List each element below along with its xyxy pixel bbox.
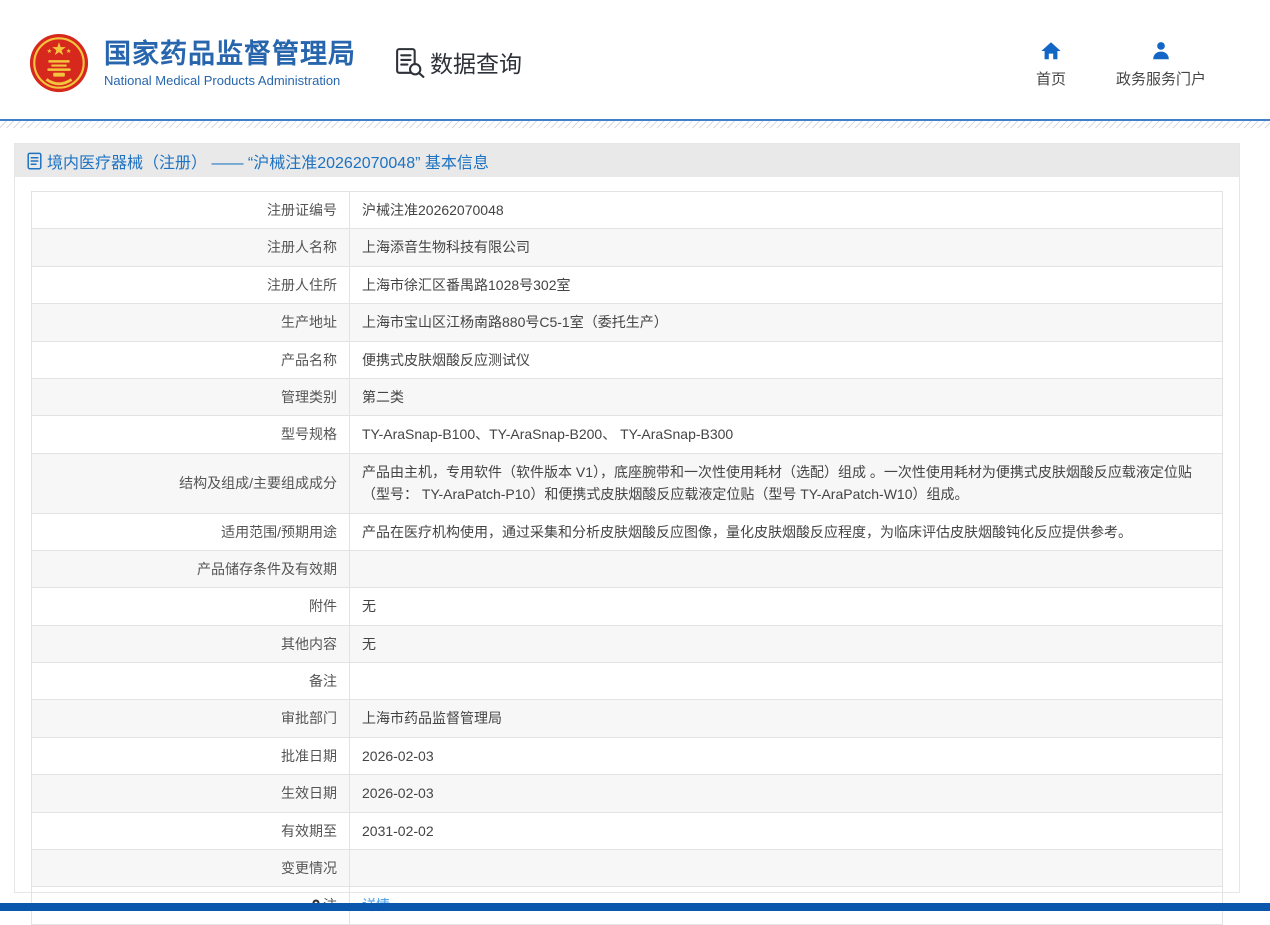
row-label: 型号规格	[281, 426, 337, 442]
row-value: 无	[350, 588, 1223, 625]
document-search-icon	[393, 46, 426, 79]
table-row: 其他内容 无	[32, 625, 1223, 662]
row-value: 上海市徐汇区番禺路1028号302室	[350, 266, 1223, 303]
row-value: 2026-02-03	[350, 775, 1223, 812]
nav-item-portal[interactable]: 政务服务门户	[1116, 40, 1206, 89]
table-row: 管理类别 第二类	[32, 378, 1223, 415]
row-label: 变更情况	[281, 860, 337, 876]
data-query-label: 数据查询	[430, 45, 522, 79]
row-label: 审批部门	[281, 710, 337, 726]
site-title-en: National Medical Products Administration	[104, 73, 356, 88]
table-row: 变更情况	[32, 850, 1223, 887]
row-label: 生效日期	[281, 785, 337, 801]
row-label: 生产地址	[281, 314, 337, 330]
info-table-wrap: 注册证编号 沪械注准20262070048 注册人名称 上海添音生物科技有限公司…	[31, 191, 1223, 925]
row-label: 注册人名称	[267, 239, 337, 255]
row-label: 管理类别	[281, 389, 337, 405]
row-value: 上海市药品监督管理局	[350, 700, 1223, 737]
row-label: 结构及组成/主要组成成分	[179, 475, 337, 491]
row-value	[350, 663, 1223, 700]
row-label: 注册人住所	[267, 277, 337, 293]
site-title-cn: 国家药品监督管理局	[104, 38, 356, 70]
row-label: 产品名称	[281, 352, 337, 368]
table-row: 产品储存条件及有效期	[32, 550, 1223, 587]
row-value: 便携式皮肤烟酸反应测试仪	[350, 341, 1223, 378]
info-table: 注册证编号 沪械注准20262070048 注册人名称 上海添音生物科技有限公司…	[31, 191, 1223, 925]
table-row: 结构及组成/主要组成成分 产品由主机，专用软件（软件版本 V1），底座腕带和一次…	[32, 453, 1223, 513]
table-row: 批准日期 2026-02-03	[32, 737, 1223, 774]
nav-item-home[interactable]: 首页	[1036, 40, 1066, 89]
info-table-body: 注册证编号 沪械注准20262070048 注册人名称 上海添音生物科技有限公司…	[32, 192, 1223, 925]
row-label: 备注	[309, 673, 337, 689]
data-query-section[interactable]: 数据查询	[393, 45, 522, 79]
row-value: 2031-02-02	[350, 812, 1223, 849]
row-label: 有效期至	[281, 823, 337, 839]
table-row: 注册证编号 沪械注准20262070048	[32, 192, 1223, 229]
page-title: 境内医疗器械（注册） —— “沪械注准20262070048” 基本信息	[47, 149, 489, 173]
row-value: 无	[350, 625, 1223, 662]
row-label: 其他内容	[281, 636, 337, 652]
row-label: 产品储存条件及有效期	[197, 561, 337, 577]
table-row: 型号规格 TY-AraSnap-B100、TY-AraSnap-B200、 TY…	[32, 416, 1223, 453]
row-label: 注册证编号	[267, 202, 337, 218]
national-emblem-icon	[28, 32, 90, 94]
content-panel: 境内医疗器械（注册） —— “沪械注准20262070048” 基本信息 注册证…	[14, 143, 1240, 893]
row-value: 上海市宝山区江杨南路880号C5-1室（委托生产）	[350, 304, 1223, 341]
document-icon	[27, 152, 42, 170]
row-value: 上海添音生物科技有限公司	[350, 229, 1223, 266]
row-value: TY-AraSnap-B100、TY-AraSnap-B200、 TY-AraS…	[350, 416, 1223, 453]
table-row: 产品名称 便携式皮肤烟酸反应测试仪	[32, 341, 1223, 378]
nav-portal-label: 政务服务门户	[1116, 68, 1206, 89]
row-value: 沪械注准20262070048	[350, 192, 1223, 229]
table-row: 备注	[32, 663, 1223, 700]
header-nav: 首页 政务服务门户	[1036, 40, 1206, 89]
site-header: 国家药品监督管理局 National Medical Products Admi…	[0, 0, 1270, 119]
table-row: 有效期至 2031-02-02	[32, 812, 1223, 849]
user-icon	[1150, 40, 1172, 62]
table-row: 生效日期 2026-02-03	[32, 775, 1223, 812]
table-row: 附件 无	[32, 588, 1223, 625]
row-value: 2026-02-03	[350, 737, 1223, 774]
row-value	[350, 550, 1223, 587]
home-icon	[1040, 40, 1062, 62]
hatch-band	[0, 121, 1270, 128]
table-row: 审批部门 上海市药品监督管理局	[32, 700, 1223, 737]
row-value: 产品由主机，专用软件（软件版本 V1），底座腕带和一次性使用耗材（选配）组成 。…	[350, 453, 1223, 513]
nav-home-label: 首页	[1036, 68, 1066, 89]
row-value: 第二类	[350, 378, 1223, 415]
row-value: 产品在医疗机构使用，通过采集和分析皮肤烟酸反应图像，量化皮肤烟酸反应程度，为临床…	[350, 513, 1223, 550]
row-label: 批准日期	[281, 748, 337, 764]
row-label: 附件	[309, 598, 337, 614]
row-value	[350, 850, 1223, 887]
row-label: 适用范围/预期用途	[221, 524, 337, 540]
site-logo[interactable]: 国家药品监督管理局 National Medical Products Admi…	[28, 32, 356, 94]
table-row: 适用范围/预期用途 产品在医疗机构使用，通过采集和分析皮肤烟酸反应图像，量化皮肤…	[32, 513, 1223, 550]
footer-bar	[0, 903, 1270, 911]
table-row: 注册人住所 上海市徐汇区番禺路1028号302室	[32, 266, 1223, 303]
table-row: 注册人名称 上海添音生物科技有限公司	[32, 229, 1223, 266]
table-row: 生产地址 上海市宝山区江杨南路880号C5-1室（委托生产）	[32, 304, 1223, 341]
page-title-bar: 境内医疗器械（注册） —— “沪械注准20262070048” 基本信息	[15, 144, 1239, 177]
